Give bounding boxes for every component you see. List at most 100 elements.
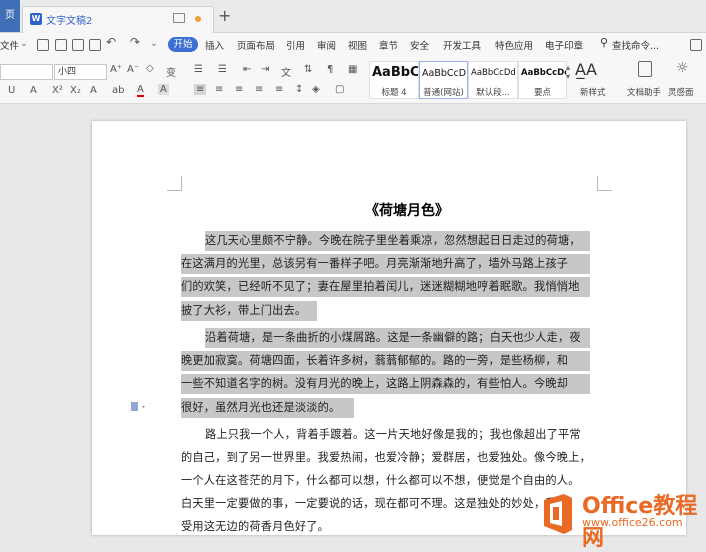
- ribbon-toolbar: 小四 A⁺ A⁻ ◇ 变 U A X² X₂ A ab A A ☰ ☰ ⇤ ⇥ …: [0, 57, 706, 104]
- distributed-icon[interactable]: ≡: [275, 84, 283, 95]
- style-sample: AaBbCcDd: [521, 68, 566, 78]
- watermark-url: www.office26.com: [582, 516, 683, 529]
- menu-e-seal[interactable]: 电子印章: [545, 38, 583, 52]
- menu-file[interactable]: 文件: [0, 38, 19, 52]
- show-marks-icon[interactable]: ¶: [327, 64, 333, 75]
- export-pdf-icon[interactable]: [55, 39, 67, 51]
- style-sample: AaBbC: [372, 65, 418, 80]
- style-label: 默认段...: [476, 88, 510, 98]
- doc-assistant-icon[interactable]: [638, 61, 652, 77]
- align-left-icon[interactable]: ≡: [194, 84, 207, 95]
- print-preview-icon[interactable]: [89, 39, 101, 51]
- new-style-label[interactable]: 新样式: [580, 86, 606, 98]
- subscript-icon[interactable]: X₂: [70, 85, 81, 96]
- style-key-points[interactable]: AaBbCcDd 要点: [518, 61, 567, 99]
- superscript-icon[interactable]: X²: [52, 85, 63, 96]
- align-center-icon[interactable]: ≡: [215, 84, 223, 95]
- customize-chevron-icon[interactable]: ⌄: [150, 38, 158, 49]
- menu-review[interactable]: 审阅: [317, 38, 336, 52]
- menu-start[interactable]: 开始: [168, 37, 198, 52]
- align-right-icon[interactable]: ≡: [235, 84, 243, 95]
- style-gallery-scroll-icon[interactable]: ▴ ▾: [566, 63, 570, 81]
- new-tab-button[interactable]: +: [218, 6, 231, 25]
- style-heading4[interactable]: AaBbC 标题 4: [369, 61, 419, 99]
- style-label: 要点: [533, 88, 551, 98]
- font-name-combo[interactable]: [0, 64, 53, 80]
- paragraph-line[interactable]: 一些不知道名字的树。没有月光的晚上，这路上阴森森的，有些怕人。今晚却: [181, 374, 590, 394]
- paragraph-line[interactable]: 晚更加寂寞。荷塘四面，长着许多树，蓊蓊郁郁的。路的一旁，是些杨柳，和: [181, 351, 590, 371]
- paragraph-line[interactable]: 这几天心里颇不宁静。今晚在院子里坐着乘凉，忽然想起日日走过的荷塘，: [205, 231, 590, 251]
- menu-security[interactable]: 安全: [410, 38, 429, 52]
- inspiration-label[interactable]: 灵感面: [668, 86, 694, 98]
- office-logo-icon: [540, 492, 576, 534]
- numbered-list-icon[interactable]: ☰: [218, 64, 227, 75]
- save-icon[interactable]: [37, 39, 49, 51]
- style-default-paragraph[interactable]: AaBbCcDd 默认段...: [468, 61, 518, 99]
- menu-developer[interactable]: 开发工具: [443, 38, 481, 52]
- strikethrough-icon[interactable]: A: [30, 85, 37, 96]
- justify-icon[interactable]: ≡: [255, 84, 263, 95]
- redo-icon[interactable]: ↷: [130, 35, 140, 49]
- style-sample: AaBbCcDd: [471, 68, 516, 78]
- bullet-list-icon[interactable]: ☰: [194, 64, 203, 75]
- paragraph-line[interactable]: 披了大衫，带上门出去。: [181, 301, 317, 321]
- menu-references[interactable]: 引用: [286, 38, 305, 52]
- lightbulb-icon[interactable]: ☼: [676, 60, 689, 76]
- search-icon[interactable]: ⚲: [600, 36, 608, 49]
- chevron-down-icon[interactable]: ⌄: [20, 38, 28, 49]
- char-shading-icon[interactable]: A: [158, 84, 169, 95]
- style-label: 标题 4: [381, 88, 407, 98]
- unsaved-dot-icon: [195, 16, 201, 22]
- border-icon[interactable]: ▢: [335, 84, 344, 95]
- menu-bar: 文件 ⌄ ↶ ↷ ⌄ 开始 插入 页面布局 引用 审阅 视图 章节 安全 开发工…: [0, 33, 706, 57]
- menu-page-layout[interactable]: 页面布局: [237, 38, 275, 52]
- sort-icon[interactable]: ⇅: [304, 64, 312, 75]
- text-effect-icon[interactable]: A: [90, 85, 97, 96]
- paragraph-line[interactable]: 路上只我一个人，背着手踱着。这一片天地好像是我的；我也像超出了平常: [205, 425, 581, 445]
- print-icon[interactable]: [72, 39, 84, 51]
- shading-icon[interactable]: ◈: [312, 84, 320, 95]
- paragraph-line[interactable]: 一个人在这苍茫的月下，什么都可以想，什么都可以不想，便觉是个自由的人。: [181, 471, 580, 491]
- doc-assistant-label[interactable]: 文档助手: [627, 86, 661, 98]
- clear-format-icon[interactable]: ◇: [146, 63, 154, 74]
- monitor-icon[interactable]: [173, 13, 185, 23]
- phonetic-icon[interactable]: 变: [166, 64, 176, 79]
- menu-chapter[interactable]: 章节: [379, 38, 398, 52]
- table-icon[interactable]: ▦: [348, 64, 357, 75]
- document-tab[interactable]: W 文字文稿2: [22, 6, 214, 33]
- line-spacing-icon[interactable]: ↕: [295, 84, 303, 95]
- share-icon[interactable]: [690, 39, 702, 51]
- search-command[interactable]: 查找命令...: [612, 38, 659, 52]
- font-size-combo[interactable]: 小四: [54, 64, 107, 80]
- grow-font-icon[interactable]: A⁺: [110, 64, 122, 75]
- decrease-indent-icon[interactable]: ⇤: [243, 64, 251, 75]
- style-sample: AaBbCcD: [422, 68, 467, 79]
- margin-corner-tr: [597, 176, 612, 191]
- paragraph-line[interactable]: 们的欢笑，已经听不见了；妻在屋里拍着闰儿，迷迷糊糊地哼着眠歌。我悄悄地: [181, 277, 590, 297]
- shrink-font-icon[interactable]: A⁻: [127, 64, 139, 75]
- margin-corner-tl: [167, 176, 182, 191]
- document-tab-title: 文字文稿2: [46, 16, 93, 27]
- menu-view[interactable]: 视图: [348, 38, 367, 52]
- paragraph-line[interactable]: 在这满月的光里，总该另有一番样子吧。月亮渐渐地升高了，墙外马路上孩子: [181, 254, 590, 274]
- paragraph-line[interactable]: 受用这无边的荷香月色好了。: [181, 517, 329, 537]
- increase-indent-icon[interactable]: ⇥: [261, 64, 269, 75]
- menu-insert[interactable]: 插入: [205, 38, 224, 52]
- highlight-color-icon[interactable]: ab: [112, 85, 124, 96]
- style-normal-web[interactable]: AaBbCcD 普通(网站): [419, 61, 468, 99]
- chinese-layout-icon[interactable]: 文: [281, 64, 291, 79]
- font-color-icon[interactable]: A: [137, 84, 144, 97]
- paragraph-line[interactable]: 沿着荷塘，是一条曲折的小煤屑路。这是一条幽僻的路；白天也少人走，夜: [205, 328, 590, 348]
- paragraph-line[interactable]: 白天里一定要做的事，一定要说的话，现在都可不理。这是独处的妙处，我且: [181, 494, 568, 514]
- underline-icon[interactable]: U: [8, 85, 15, 96]
- undo-icon[interactable]: ↶: [106, 35, 116, 49]
- wps-writer-icon: W: [30, 13, 42, 25]
- style-label: 普通(网站): [423, 88, 464, 98]
- new-style-icon[interactable]: A̲A: [575, 60, 597, 79]
- menu-special-apps[interactable]: 特色应用: [495, 38, 533, 52]
- paragraph-line[interactable]: 的自己，到了另一世界里。我爱热闹，也爱冷静；爱群居，也爱独处。像今晚上，: [181, 448, 591, 468]
- paragraph-line[interactable]: 很好，虽然月光也还是淡淡的。: [181, 398, 354, 418]
- document-title[interactable]: 《荷塘月色》: [92, 200, 706, 220]
- home-tab[interactable]: 页: [0, 0, 20, 32]
- paragraph-handle-icon[interactable]: [130, 402, 148, 415]
